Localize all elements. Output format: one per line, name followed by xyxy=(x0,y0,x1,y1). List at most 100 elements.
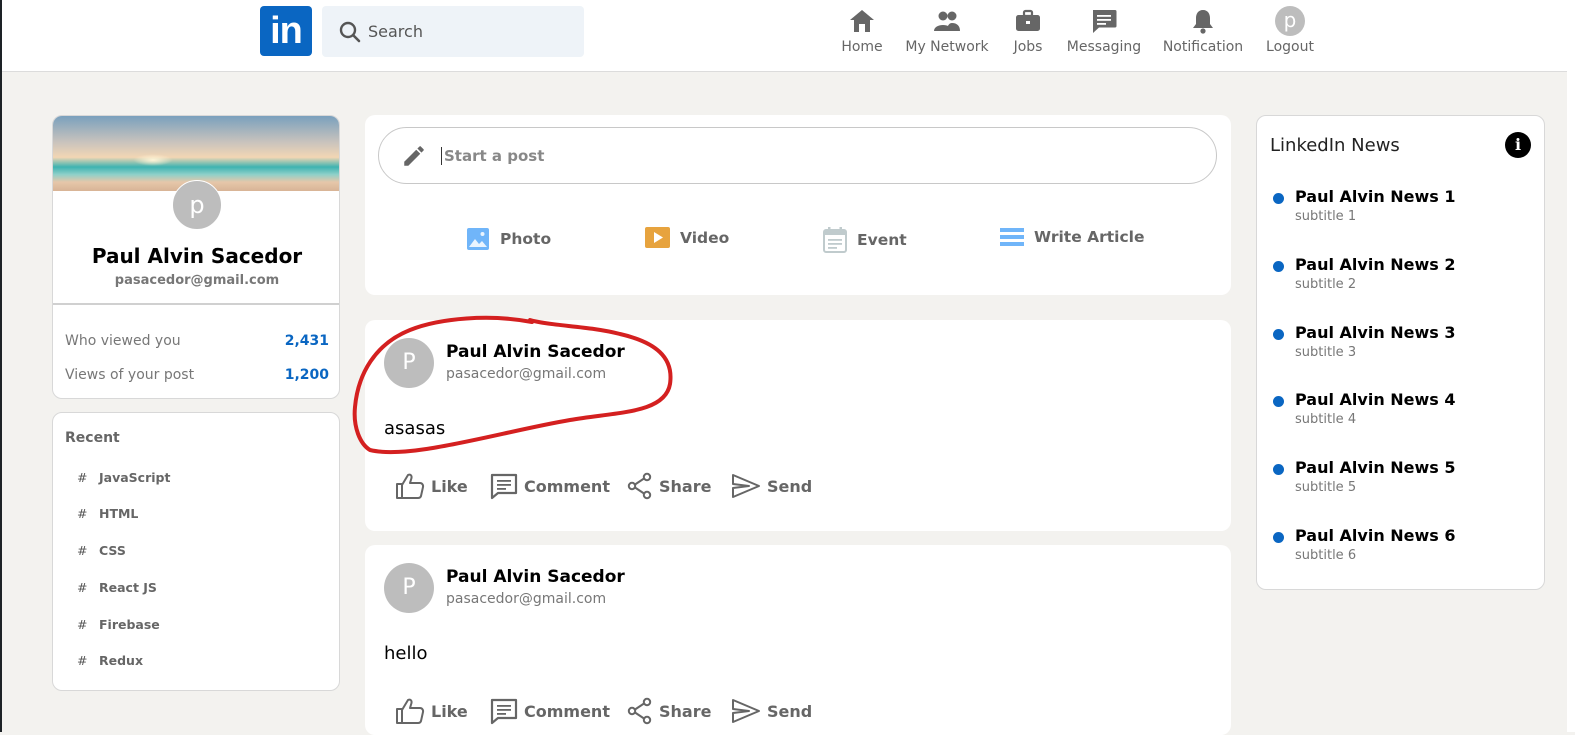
stat-post-views[interactable]: Views of your post 1,200 xyxy=(65,367,329,383)
search-input[interactable] xyxy=(368,22,568,41)
share-button[interactable]: Share xyxy=(627,697,711,725)
like-label: Like xyxy=(431,701,468,721)
nav-label: Notification xyxy=(1162,39,1244,55)
event-icon xyxy=(823,227,847,253)
annotation-circle xyxy=(352,315,673,455)
comment-icon xyxy=(490,698,518,725)
recent-item[interactable]: # JavaScript xyxy=(77,470,170,485)
send-button[interactable]: Send xyxy=(731,472,812,500)
like-label: Like xyxy=(431,476,468,496)
stat-label: Who viewed you xyxy=(65,333,181,349)
like-button[interactable]: Like xyxy=(395,472,468,500)
bullet-dot-icon xyxy=(1273,532,1284,543)
linkedin-logo[interactable]: in xyxy=(260,6,312,56)
comment-button[interactable]: Comment xyxy=(490,697,610,725)
window-edge-right xyxy=(1567,0,1575,732)
nav-label: Messaging xyxy=(1066,39,1142,55)
banner-sun xyxy=(133,154,173,166)
message-icon xyxy=(1093,10,1117,33)
hashtag-icon: # xyxy=(77,653,88,668)
stat-label: Views of your post xyxy=(65,367,195,383)
video-icon xyxy=(645,227,670,248)
network-icon xyxy=(934,11,960,31)
news-card: LinkedIn News i Paul Alvin News 1 subtit… xyxy=(1256,115,1545,590)
hashtag-icon: # xyxy=(77,543,88,558)
profile-card: p Paul Alvin Sacedor pasacedor@gmail.com… xyxy=(52,115,340,399)
comment-label: Comment xyxy=(524,701,610,721)
nav-my-network[interactable]: My Network xyxy=(905,6,989,62)
news-subtitle: subtitle 5 xyxy=(1295,480,1357,495)
nav-logout[interactable]: p Logout xyxy=(1265,6,1315,62)
nav-messaging[interactable]: Messaging xyxy=(1067,6,1141,62)
share-label: Share xyxy=(659,476,712,496)
search-icon xyxy=(339,21,361,42)
stat-who-viewed[interactable]: Who viewed you 2,431 xyxy=(65,333,329,349)
recent-item[interactable]: # Redux xyxy=(77,653,143,668)
hashtag-icon: # xyxy=(77,470,88,485)
write-article-label: Write Article xyxy=(1034,228,1145,246)
bullet-dot-icon xyxy=(1273,261,1284,272)
write-article-button[interactable]: Write Article xyxy=(1000,227,1144,247)
news-heading: Paul Alvin News 6 xyxy=(1295,526,1456,545)
search-bar[interactable] xyxy=(322,6,584,57)
divider xyxy=(53,303,339,305)
news-subtitle: subtitle 3 xyxy=(1295,345,1357,360)
bullet-dot-icon xyxy=(1273,193,1284,204)
home-icon xyxy=(850,10,874,32)
news-heading: Paul Alvin News 3 xyxy=(1295,323,1456,342)
recent-item[interactable]: # Firebase xyxy=(77,617,160,632)
comment-icon xyxy=(490,473,518,500)
photo-button[interactable]: Photo xyxy=(466,227,551,251)
nav-notification[interactable]: Notification xyxy=(1163,6,1243,62)
news-heading: Paul Alvin News 1 xyxy=(1295,187,1456,206)
stat-value: 1,200 xyxy=(284,367,329,383)
recent-item[interactable]: # HTML xyxy=(77,506,138,521)
news-subtitle: subtitle 1 xyxy=(1295,209,1357,224)
info-icon[interactable]: i xyxy=(1505,132,1531,158)
profile-avatar[interactable]: p xyxy=(172,180,222,230)
profile-email: pasacedor@gmail.com xyxy=(114,273,280,288)
stat-value: 2,431 xyxy=(284,333,329,349)
post-avatar[interactable]: P xyxy=(384,563,434,613)
post-author-name[interactable]: Paul Alvin Sacedor xyxy=(446,567,625,587)
photo-label: Photo xyxy=(500,230,552,248)
send-button[interactable]: Send xyxy=(731,697,812,725)
nav-label: Jobs xyxy=(1013,39,1043,55)
nav-jobs[interactable]: Jobs xyxy=(1012,6,1044,62)
profile-name[interactable]: Paul Alvin Sacedor xyxy=(53,244,339,268)
hashtag-icon: # xyxy=(77,617,88,632)
news-heading: Paul Alvin News 5 xyxy=(1295,458,1456,477)
nav-label: Logout xyxy=(1266,39,1314,55)
video-button[interactable]: Video xyxy=(645,227,729,248)
hashtag-icon: # xyxy=(77,506,88,521)
comment-button[interactable]: Comment xyxy=(490,472,610,500)
news-subtitle: subtitle 4 xyxy=(1295,412,1357,427)
nav-home[interactable]: Home xyxy=(841,6,883,62)
window-edge-left xyxy=(0,0,2,732)
like-button[interactable]: Like xyxy=(395,697,468,725)
news-heading: Paul Alvin News 4 xyxy=(1295,390,1456,409)
video-label: Video xyxy=(680,228,730,247)
share-icon xyxy=(627,472,652,500)
bullet-dot-icon xyxy=(1273,396,1284,407)
bullet-dot-icon xyxy=(1273,329,1284,340)
start-post-input[interactable] xyxy=(441,146,1141,165)
share-icon xyxy=(627,697,652,725)
briefcase-icon xyxy=(1016,9,1040,31)
news-subtitle: subtitle 6 xyxy=(1295,548,1357,563)
recent-item[interactable]: # CSS xyxy=(77,543,126,558)
post-author-email: pasacedor@gmail.com xyxy=(446,591,607,607)
recent-title: Recent xyxy=(65,430,120,446)
event-button[interactable]: Event xyxy=(823,227,907,253)
nav-label: Home xyxy=(841,39,883,55)
news-heading: Paul Alvin News 2 xyxy=(1295,255,1456,274)
recent-item-label: React JS xyxy=(99,580,157,595)
recent-item-label: CSS xyxy=(99,543,126,558)
recent-item[interactable]: # React JS xyxy=(77,580,157,595)
post-composer: Photo Video Event Write Article xyxy=(365,115,1231,295)
top-header: in xyxy=(2,0,1567,72)
start-post-field[interactable] xyxy=(378,127,1217,184)
share-button[interactable]: Share xyxy=(627,472,711,500)
share-label: Share xyxy=(659,701,712,721)
comment-label: Comment xyxy=(524,476,610,496)
